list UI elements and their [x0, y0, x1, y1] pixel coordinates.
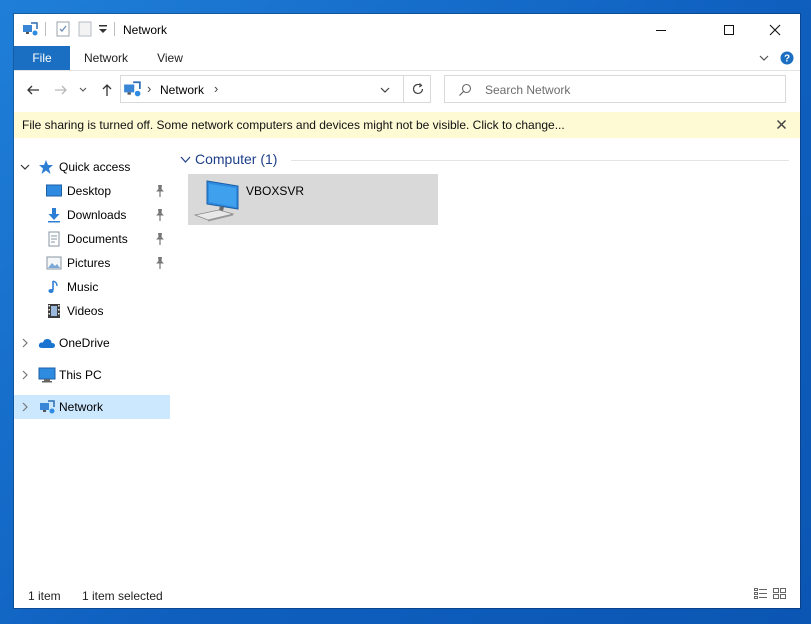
sidebar-item-pictures[interactable]: Pictures — [14, 251, 170, 275]
maximize-icon — [724, 25, 734, 35]
breadcrumb-separator[interactable]: › — [214, 81, 218, 96]
separator — [45, 22, 46, 36]
new-folder-icon[interactable] — [77, 21, 93, 37]
search-icon — [458, 83, 472, 100]
breadcrumb-network[interactable]: Network — [160, 83, 204, 97]
search-box[interactable]: Search Network — [444, 75, 786, 103]
customize-quick-access-icon[interactable] — [97, 23, 113, 39]
tab-view[interactable]: View — [148, 46, 192, 70]
details-view-button[interactable] — [753, 586, 769, 602]
sidebar-item-music[interactable]: Music — [14, 275, 170, 299]
sidebar-item-label: Music — [67, 280, 99, 294]
status-selection: 1 item selected — [82, 589, 163, 603]
group-divider — [291, 160, 789, 161]
collapse-group-chevron-icon[interactable] — [180, 154, 191, 168]
sidebar-item-desktop[interactable]: Desktop — [14, 179, 170, 203]
refresh-icon — [412, 83, 423, 95]
up-arrow-icon — [102, 84, 112, 96]
large-icons-view-button[interactable] — [772, 586, 788, 602]
close-infobar-icon[interactable] — [776, 119, 787, 133]
sidebar-item-quick-access[interactable]: Quick access — [14, 155, 170, 179]
recent-locations-button[interactable] — [76, 78, 90, 102]
network-icon — [38, 399, 55, 415]
star-icon — [38, 159, 54, 175]
sidebar-item-label: Desktop — [67, 184, 112, 198]
minimize-button[interactable] — [638, 14, 684, 46]
sidebar-item-documents[interactable]: Documents — [14, 227, 170, 251]
status-item-count: 1 item — [28, 589, 61, 603]
separator — [114, 22, 115, 36]
sidebar-item-label: OneDrive — [59, 336, 110, 350]
sidebar-item-label: Network — [59, 400, 104, 414]
maximize-button[interactable] — [706, 14, 752, 46]
tab-network[interactable]: Network — [74, 46, 138, 70]
address-bar[interactable]: › Network › — [120, 75, 431, 103]
film-icon — [46, 303, 62, 319]
group-header-computer[interactable]: Computer (1) — [195, 151, 277, 167]
sidebar-item-this-pc[interactable]: This PC — [14, 363, 170, 387]
navigation-pane: Quick access Desktop Downloads Documents… — [14, 138, 172, 583]
search-input[interactable]: Search Network — [485, 83, 570, 97]
minimize-icon — [656, 30, 666, 31]
back-arrow-icon — [27, 85, 39, 95]
cloud-icon — [38, 335, 55, 351]
sidebar-item-label: Downloads — [67, 208, 127, 222]
ribbon-divider — [14, 70, 800, 71]
properties-icon[interactable] — [55, 21, 71, 37]
back-button[interactable] — [22, 78, 44, 102]
computer-monitor-icon — [38, 367, 56, 383]
chevron-right-icon[interactable] — [20, 336, 30, 350]
sidebar-item-label: Pictures — [67, 256, 111, 270]
document-icon — [46, 231, 62, 247]
help-icon[interactable]: ? — [780, 51, 794, 68]
sidebar-item-network[interactable]: Network — [14, 395, 170, 419]
file-sharing-infobar[interactable]: File sharing is turned off. Some network… — [14, 112, 800, 138]
chevron-right-icon[interactable] — [20, 400, 30, 414]
computer-icon — [193, 180, 241, 225]
explorer-window: Network File Network View ? › Network › … — [14, 14, 800, 608]
download-arrow-icon — [46, 207, 62, 223]
pin-icon[interactable] — [154, 184, 166, 198]
sidebar-item-label: Quick access — [59, 160, 131, 174]
address-history-dropdown-icon[interactable] — [379, 84, 391, 99]
svg-text:?: ? — [784, 54, 790, 65]
forward-button[interactable] — [50, 78, 72, 102]
pin-icon[interactable] — [154, 232, 166, 246]
sidebar-item-downloads[interactable]: Downloads — [14, 203, 170, 227]
sidebar-item-videos[interactable]: Videos — [14, 299, 170, 323]
chevron-down-icon[interactable] — [20, 160, 30, 174]
title-bar: Network — [14, 14, 800, 46]
expand-ribbon-chevron-icon[interactable] — [758, 52, 770, 67]
sidebar-item-label: Documents — [67, 232, 128, 246]
pin-icon[interactable] — [154, 256, 166, 270]
tiles-view-icon — [773, 588, 786, 599]
desktop-folder-icon — [46, 183, 62, 199]
infobar-message[interactable]: File sharing is turned off. Some network… — [22, 118, 565, 132]
close-icon — [769, 24, 781, 36]
breadcrumb-separator[interactable]: › — [147, 81, 151, 96]
network-icon — [123, 80, 141, 101]
details-view-icon — [754, 588, 767, 599]
pin-icon[interactable] — [154, 208, 166, 222]
window-title: Network — [123, 23, 168, 37]
music-note-icon — [46, 279, 62, 295]
sidebar-item-label: This PC — [59, 368, 102, 382]
chevron-right-icon[interactable] — [20, 368, 30, 382]
close-button[interactable] — [752, 14, 798, 46]
sidebar-item-onedrive[interactable]: OneDrive — [14, 331, 170, 355]
chevron-down-icon — [79, 87, 87, 92]
sidebar-item-label: Videos — [67, 304, 104, 318]
refresh-button[interactable] — [403, 75, 431, 103]
pictures-icon — [46, 255, 62, 271]
ribbon-tabs: File Network View ? — [14, 46, 800, 70]
network-icon — [22, 21, 38, 37]
up-button[interactable] — [96, 78, 118, 102]
computer-name[interactable]: VBOXSVR — [246, 184, 304, 198]
tab-file[interactable]: File — [14, 46, 70, 70]
forward-arrow-icon — [55, 85, 67, 95]
